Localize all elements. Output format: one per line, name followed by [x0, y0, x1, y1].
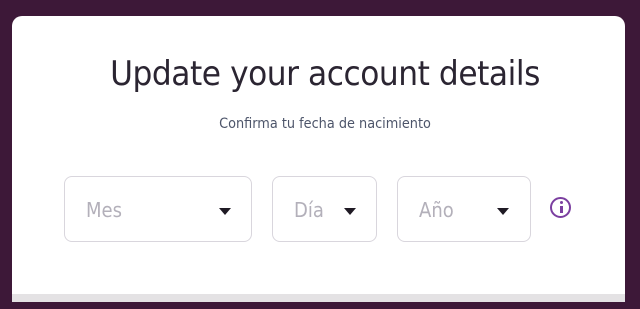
caret-down-icon: [344, 208, 356, 215]
info-icon-dot: [559, 201, 563, 204]
month-select[interactable]: Mes: [64, 176, 252, 242]
day-select-placeholder: Día: [294, 198, 324, 222]
page-subtitle: Confirma tu fecha de nacimiento: [219, 116, 431, 132]
year-select[interactable]: Año: [397, 176, 531, 242]
caret-down-icon: [497, 208, 509, 215]
page-title: Update your account details: [110, 54, 540, 94]
month-select-placeholder: Mes: [86, 198, 122, 222]
card-bottom-edge: [12, 294, 625, 302]
info-icon-stem: [559, 206, 563, 213]
day-select[interactable]: Día: [272, 176, 377, 242]
year-select-placeholder: Año: [419, 198, 454, 222]
caret-down-icon: [219, 208, 231, 215]
info-icon[interactable]: [550, 197, 571, 218]
modal-backdrop: Update your account details Confirma tu …: [0, 0, 640, 309]
